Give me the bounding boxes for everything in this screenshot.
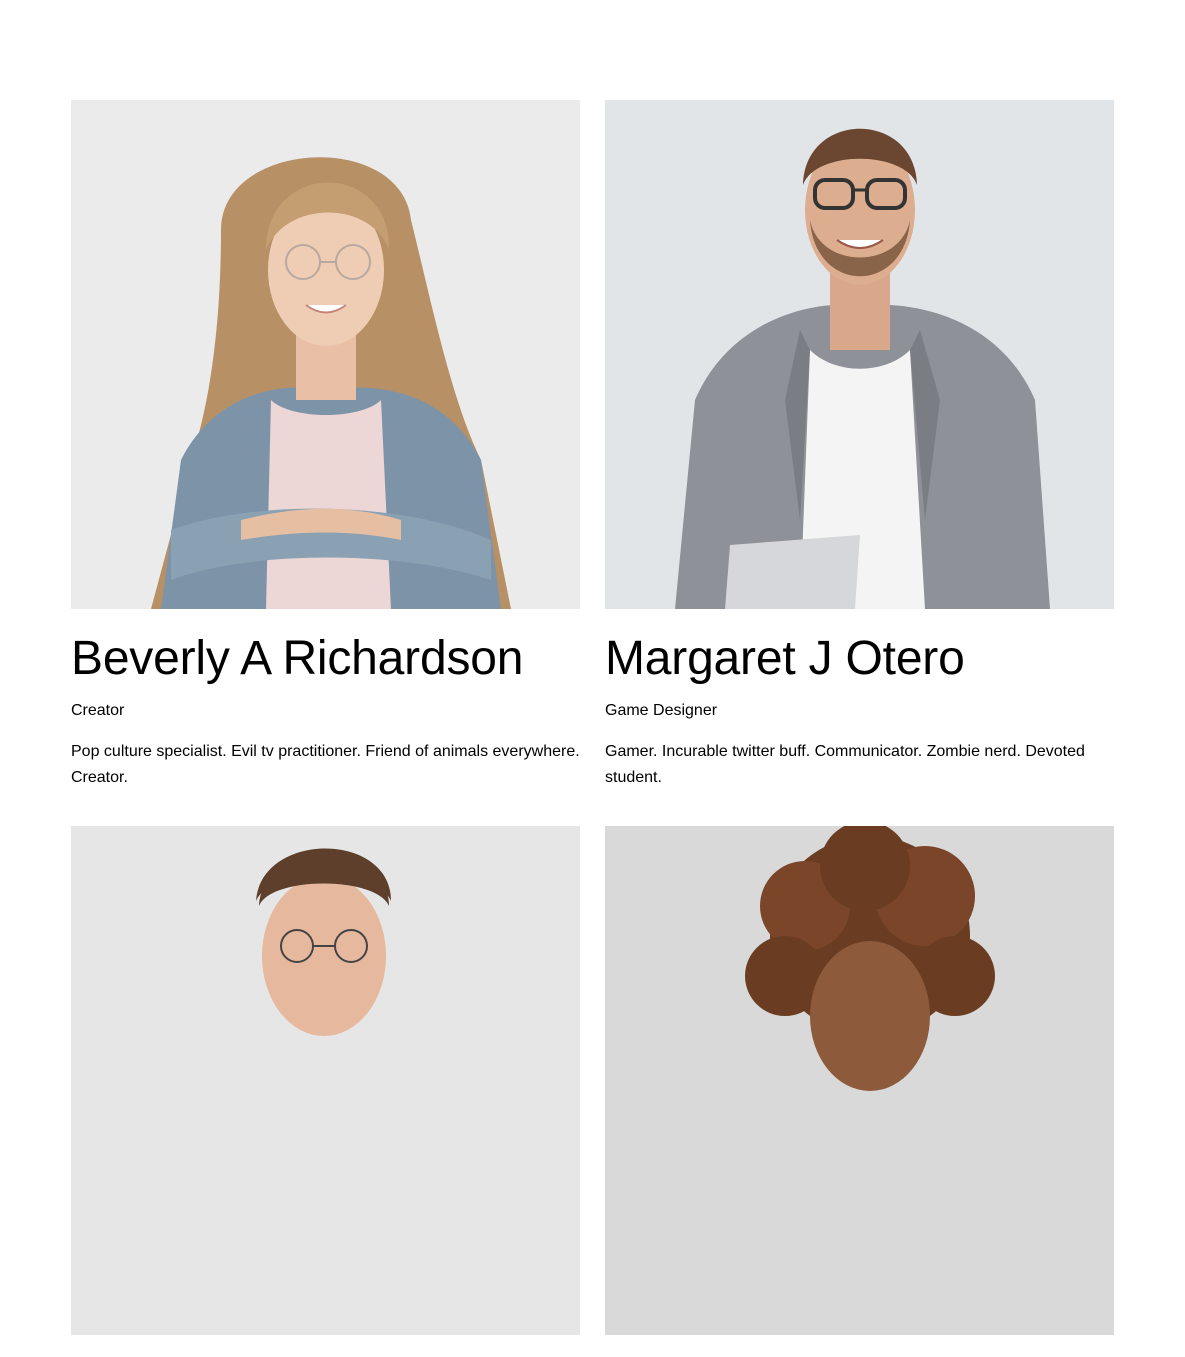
member-name: Beverly A Richardson	[71, 632, 524, 685]
team-card	[71, 826, 580, 1357]
member-bio: Pop culture specialist. Evil tv practiti…	[71, 743, 580, 786]
team-grid: Beverly A Richardson Creator Pop culture…	[71, 100, 1114, 1357]
member-role: Game Designer	[605, 702, 718, 719]
member-photo	[605, 100, 1114, 609]
portrait-man-glasses-image	[71, 826, 580, 1335]
team-card: Margaret J Otero Game Designer Gamer. In…	[605, 100, 1114, 791]
member-name: Margaret J Otero	[605, 632, 965, 685]
team-card: Beverly A Richardson Creator Pop culture…	[71, 100, 580, 791]
member-photo	[71, 826, 580, 1335]
portrait-woman-curly-hair-image	[605, 826, 1114, 1335]
portrait-woman-image	[71, 100, 580, 609]
member-photo	[71, 100, 580, 609]
member-photo	[605, 826, 1114, 1335]
portrait-man-image	[605, 100, 1114, 609]
team-card	[605, 826, 1114, 1357]
member-bio: Gamer. Incurable twitter buff. Communica…	[605, 743, 1085, 786]
member-role: Creator	[71, 702, 125, 719]
